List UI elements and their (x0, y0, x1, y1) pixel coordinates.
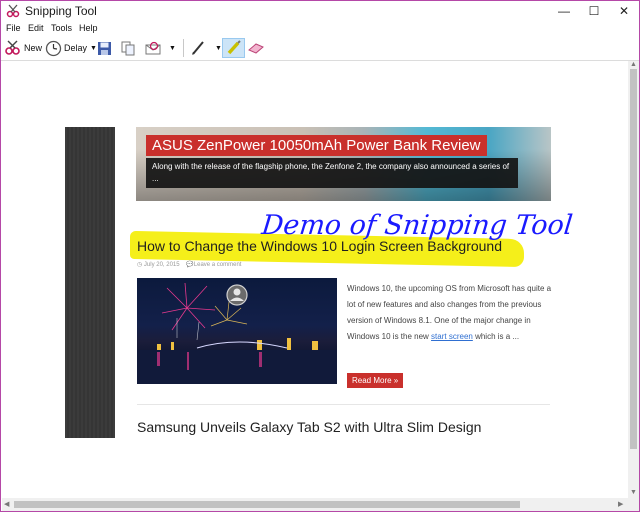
highlighter-icon (227, 40, 241, 55)
new-snip-button[interactable]: New (4, 38, 42, 58)
toolbar-separator (183, 39, 184, 57)
toolbar: New Delay ▼ ▼ ▼ (1, 36, 639, 61)
minimize-button[interactable]: — (549, 1, 579, 21)
close-button[interactable]: ✕ (609, 1, 639, 21)
eraser-button[interactable] (247, 38, 265, 58)
read-more-button[interactable]: Read More » (347, 373, 404, 388)
featured-post-title[interactable]: ASUS ZenPower 10050mAh Power Bank Review (146, 135, 487, 156)
new-label: New (24, 43, 43, 53)
annotation-text: Demo of Snipping Tool (260, 210, 574, 241)
next-post-title[interactable]: Samsung Unveils Galaxy Tab S2 with Ultra… (137, 419, 481, 435)
copy-button[interactable] (121, 38, 136, 58)
highlighter-button[interactable] (222, 38, 245, 58)
vertical-scrollbar[interactable]: ▲ ▼ (628, 61, 639, 498)
start-screen-link[interactable]: start screen (431, 332, 473, 341)
chevron-down-icon: ▼ (90, 44, 97, 52)
post-meta: ◷ July 20, 2015 💬Leave a comment (137, 261, 241, 268)
snipping-tool-window: Snipping Tool — ☐ ✕ File Edit Tools Help… (0, 0, 640, 512)
comment-icon: 💬 (186, 262, 194, 268)
post-thumbnail[interactable] (137, 278, 337, 384)
scroll-left-icon[interactable]: ◀ (4, 500, 9, 508)
scroll-right-icon[interactable]: ▶ (618, 500, 623, 508)
menu-bar: File Edit Tools Help (1, 21, 639, 36)
leave-comment-link[interactable]: Leave a comment (194, 262, 242, 268)
save-button[interactable] (97, 38, 112, 58)
scissors-icon (6, 4, 20, 18)
maximize-button[interactable]: ☐ (579, 1, 609, 21)
pen-icon (192, 41, 204, 55)
delay-button[interactable]: Delay ▼ (45, 38, 97, 58)
snip-canvas[interactable]: ASUS ZenPower 10050mAh Power Bank Review… (2, 61, 628, 498)
post-divider (137, 404, 550, 405)
menu-edit[interactable]: Edit (28, 23, 44, 33)
menu-help[interactable]: Help (79, 23, 98, 33)
menu-tools[interactable]: Tools (51, 23, 72, 33)
send-snip-button[interactable]: ▼ (144, 38, 176, 58)
page-side-strip (65, 127, 115, 438)
chevron-down-icon: ▼ (169, 44, 176, 52)
vertical-scroll-thumb[interactable] (630, 69, 637, 449)
save-icon (98, 41, 111, 55)
delay-label: Delay (64, 43, 88, 53)
scroll-down-icon[interactable]: ▼ (630, 489, 637, 496)
menu-file[interactable]: File (6, 23, 21, 33)
scroll-up-icon[interactable]: ▲ (630, 61, 637, 68)
pen-button[interactable]: ▼ (190, 38, 222, 58)
chevron-down-icon: ▼ (215, 44, 222, 52)
handwritten-annotation: Demo of Snipping Tool (260, 210, 574, 241)
featured-post-excerpt: Along with the release of the flagship p… (146, 158, 518, 188)
horizontal-scrollbar[interactable]: ◀ ▶ (2, 498, 628, 511)
post-excerpt: Windows 10, the upcoming OS from Microso… (347, 281, 557, 345)
copy-icon (121, 41, 135, 55)
excerpt-end: which is a ... (472, 332, 520, 341)
new-snip-icon (5, 40, 20, 55)
post-date: July 20, 2015 (143, 262, 180, 268)
clock-icon (45, 40, 62, 56)
horizontal-scroll-thumb[interactable] (14, 501, 520, 508)
title-bar[interactable]: Snipping Tool — ☐ ✕ (1, 1, 639, 21)
eraser-icon (248, 43, 264, 54)
calendar-icon: ◷ (137, 262, 144, 268)
window-title: Snipping Tool (25, 4, 97, 18)
fireworks-image (137, 282, 337, 384)
scrollbar-corner (628, 498, 639, 511)
send-email-icon (145, 41, 161, 54)
featured-post-banner[interactable]: ASUS ZenPower 10050mAh Power Bank Review… (136, 127, 551, 201)
